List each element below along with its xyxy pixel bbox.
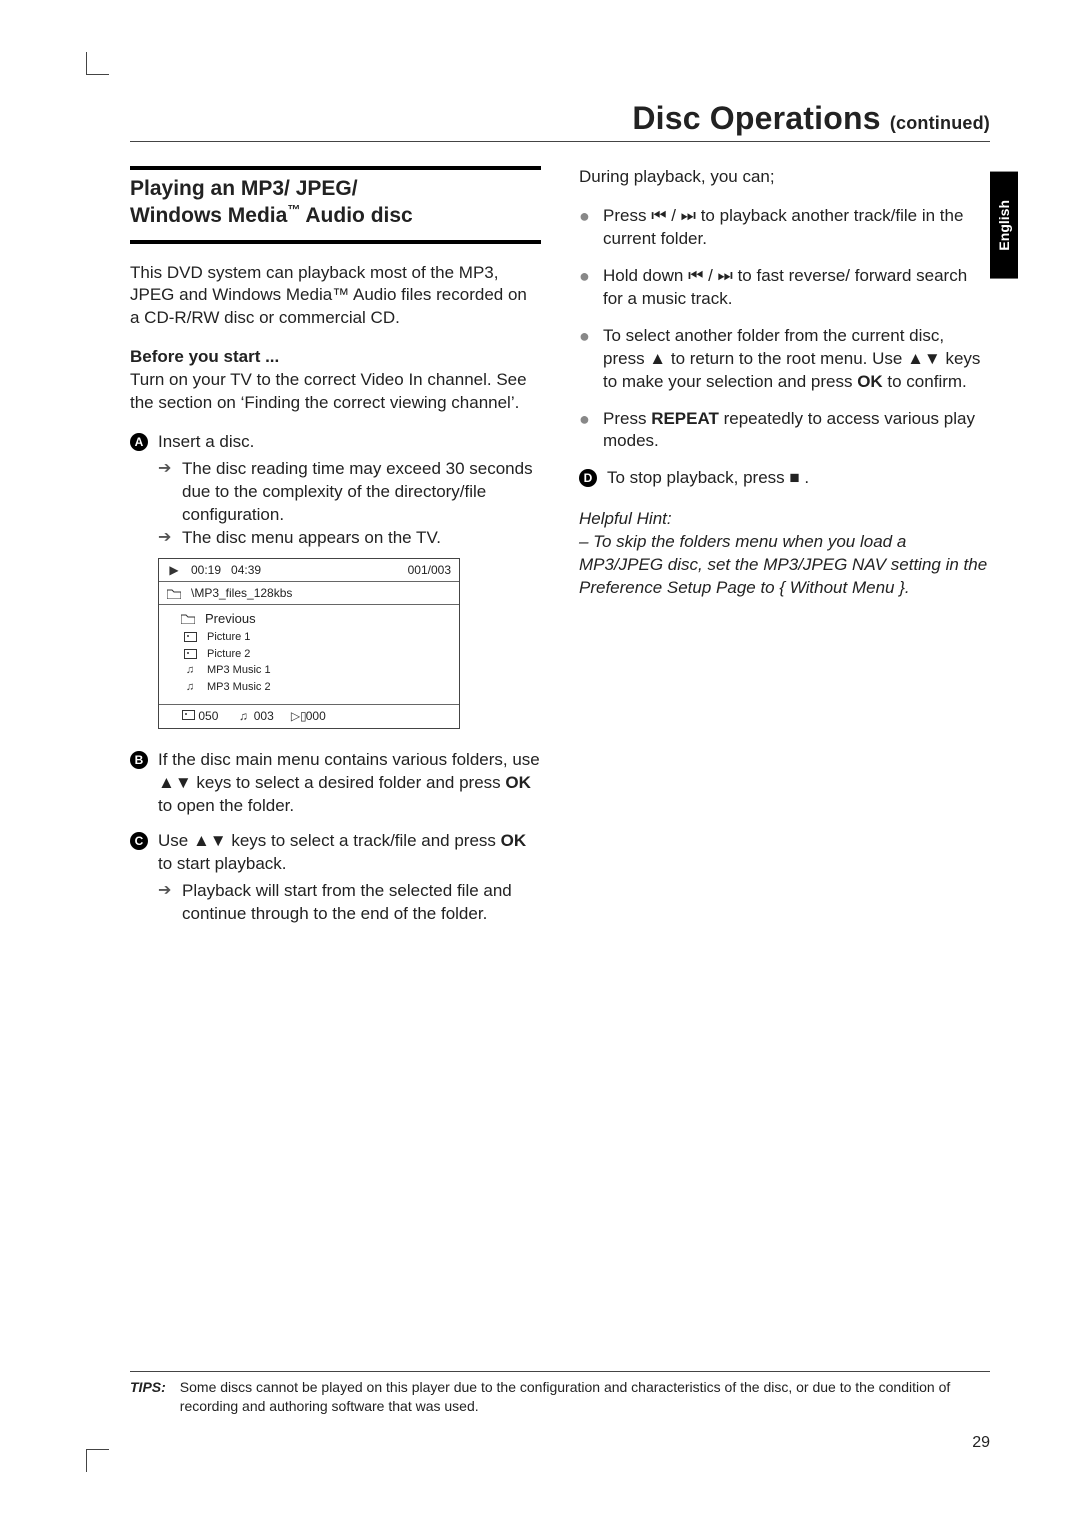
step-1: A Insert a disc. (130, 431, 541, 454)
menu-track-index: 001/003 (408, 562, 451, 578)
tips-text: Some discs cannot be played on this play… (180, 1378, 990, 1416)
during-playback-lead: During playback, you can; (579, 166, 990, 189)
menu-item: Picture 2 (159, 646, 459, 663)
step-number-3: C (130, 832, 148, 850)
step-number-1: A (130, 433, 148, 451)
music-icon: ♫ (183, 680, 197, 695)
bullet-icon: ● (579, 327, 593, 394)
arrow-icon: ➔ (158, 527, 174, 550)
prev-track-icon: ⏮ (688, 266, 703, 285)
step-number-2: B (130, 751, 148, 769)
menu-path-row: \MP3_files_128kbs (159, 582, 459, 605)
step-4: D To stop playback, press ■ . (579, 467, 990, 490)
section-title-line2: Windows Media™ Audio disc (130, 202, 541, 229)
arrow-icon: ➔ (158, 880, 174, 926)
crop-mark (86, 1449, 109, 1472)
step-2: B If the disc main menu contains various… (130, 749, 541, 818)
section-title: Playing an MP3/ JPEG/ Windows Media™ Aud… (130, 166, 541, 244)
page-header: Disc Operations (continued) (130, 100, 990, 142)
menu-time1: 00:19 (191, 562, 221, 578)
left-column: Playing an MP3/ JPEG/ Windows Media™ Aud… (130, 166, 541, 926)
bullet-icon: ● (579, 207, 593, 251)
next-track-icon: ⏭ (681, 206, 696, 225)
content-columns: Playing an MP3/ JPEG/ Windows Media™ Aud… (130, 166, 990, 926)
step-1-sub2: ➔ The disc menu appears on the TV. (158, 527, 541, 550)
menu-item: ♫ MP3 Music 1 (159, 662, 459, 679)
footer-photos: 050 (181, 708, 218, 724)
step-3-sub: ➔ Playback will start from the selected … (158, 880, 541, 926)
prev-track-icon: ⏮ (651, 206, 666, 225)
step-2-text: If the disc main menu contains various f… (158, 749, 541, 818)
page-number: 29 (972, 1434, 990, 1452)
menu-top-row: ▶ 00:19 04:39 001/003 (159, 559, 459, 582)
bullet-folder: ● To select another folder from the curr… (579, 325, 990, 394)
step-3-text: Use ▲▼ keys to select a track/file and p… (158, 830, 541, 876)
hint-head: Helpful Hint: (579, 508, 990, 531)
up-icon: ▲ (649, 349, 666, 368)
up-down-icon: ▲▼ (158, 773, 192, 792)
next-track-icon: ⏭ (718, 266, 733, 285)
menu-footer: 050 ♫ 003 ▷▯000 (159, 705, 459, 728)
bullet-hold: ● Hold down ⏮ / ⏭ to fast reverse/ forwa… (579, 265, 990, 311)
step-4-text: To stop playback, press ■ . (607, 467, 809, 490)
photo-icon (181, 710, 195, 720)
up-down-icon: ▲▼ (193, 831, 227, 850)
music-icon: ♫ (236, 708, 250, 724)
before-head: Before you start ... (130, 347, 279, 366)
photo-icon (183, 632, 197, 642)
bullet-prev-next: ● Press ⏮ / ⏭ to playback another track/… (579, 205, 990, 251)
right-column: During playback, you can; ● Press ⏮ / ⏭ … (579, 166, 990, 926)
menu-item: Picture 1 (159, 629, 459, 646)
section-title-line1: Playing an MP3/ JPEG/ (130, 176, 541, 202)
crop-mark (86, 52, 109, 75)
bullet-repeat: ● Press REPEAT repeatedly to access vari… (579, 408, 990, 454)
footer-videos: ▷▯000 (292, 708, 326, 724)
menu-time2: 04:39 (231, 562, 261, 578)
bullet-icon: ● (579, 267, 593, 311)
step-number-4: D (579, 469, 597, 487)
header-title: Disc Operations (632, 100, 880, 136)
before-you-start: Before you start ... Turn on your TV to … (130, 346, 541, 415)
intro-paragraph: This DVD system can playback most of the… (130, 262, 541, 331)
play-icon: ▶ (167, 562, 181, 578)
hint-body: – To skip the folders menu when you load… (579, 531, 990, 600)
step-3: C Use ▲▼ keys to select a track/file and… (130, 830, 541, 876)
menu-body: Previous Picture 1 Picture 2 (159, 605, 459, 705)
helpful-hint: Helpful Hint: – To skip the folders menu… (579, 508, 990, 600)
step-1-text: Insert a disc. (158, 431, 254, 454)
video-icon: ▷▯ (292, 708, 306, 724)
menu-item-previous: Previous (159, 609, 459, 629)
music-icon: ♫ (183, 663, 197, 678)
language-tab: English (990, 172, 1018, 279)
folder-icon (167, 588, 181, 599)
bullet-icon: ● (579, 410, 593, 454)
photo-icon (183, 649, 197, 659)
menu-item: ♫ MP3 Music 2 (159, 679, 459, 696)
tips-label: TIPS: (130, 1378, 166, 1416)
menu-path: \MP3_files_128kbs (191, 585, 292, 601)
footer-music: ♫ 003 (236, 708, 273, 724)
arrow-icon: ➔ (158, 458, 174, 527)
up-down-icon: ▲▼ (907, 349, 941, 368)
stop-icon: ■ (789, 468, 799, 487)
tips-footer: TIPS: Some discs cannot be played on thi… (130, 1371, 990, 1416)
before-text: Turn on your TV to the correct Video In … (130, 370, 527, 412)
manual-page: Disc Operations (continued) English Play… (0, 0, 1080, 1524)
folder-icon (181, 613, 195, 624)
disc-menu-figure: ▶ 00:19 04:39 001/003 \MP3_files_128kbs (158, 558, 460, 729)
header-continued: (continued) (890, 113, 990, 133)
step-1-sub1: ➔ The disc reading time may exceed 30 se… (158, 458, 541, 527)
